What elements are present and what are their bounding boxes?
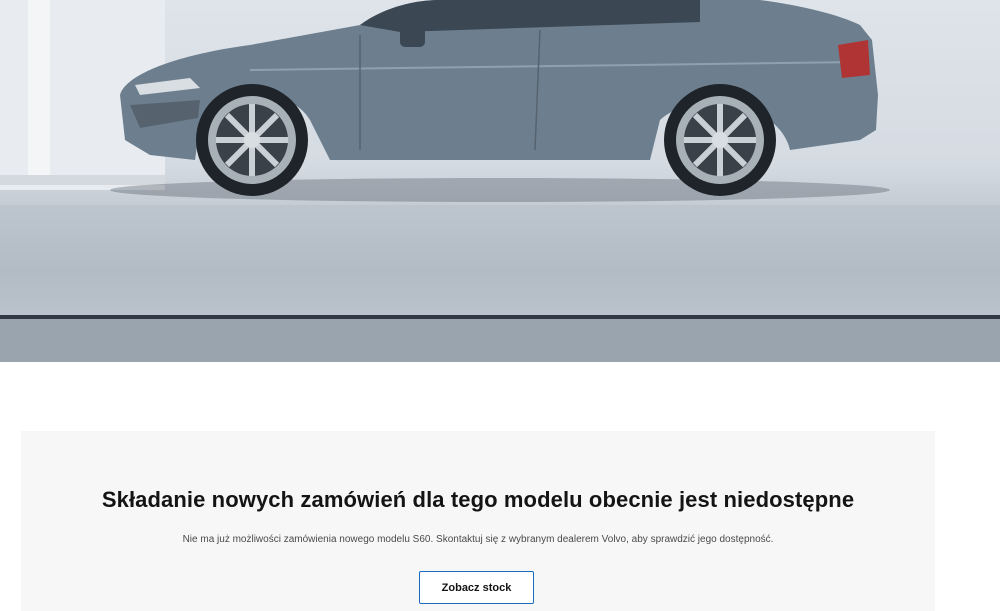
rear-wheel bbox=[664, 84, 776, 196]
side-mirror bbox=[400, 22, 425, 47]
notice-title: Składanie nowych zamówień dla tego model… bbox=[101, 487, 855, 512]
car-photo bbox=[0, 0, 1000, 362]
taillight bbox=[838, 40, 870, 78]
notice-description: Nie ma już możliwości zamówienia nowego … bbox=[182, 534, 774, 545]
hero-banner bbox=[0, 0, 1000, 362]
view-stock-button[interactable]: Zobacz stock bbox=[419, 571, 534, 604]
pillar bbox=[28, 0, 50, 180]
front-wheel bbox=[196, 84, 308, 196]
unavailable-notice: Składanie nowych zamówień dla tego model… bbox=[21, 431, 935, 611]
